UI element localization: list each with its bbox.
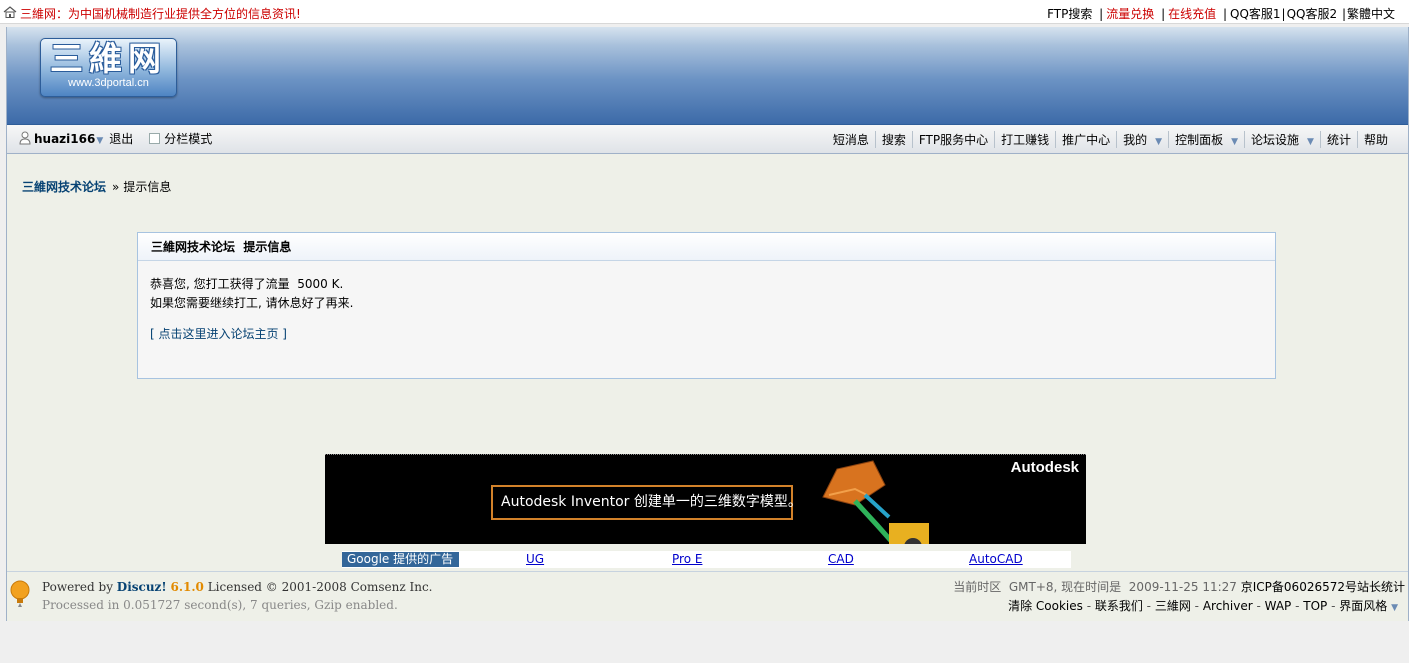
ad-link-cad[interactable]: CAD	[828, 552, 854, 566]
footer: Powered by Discuz! 6.1.0 Licensed © 2001…	[7, 571, 1408, 621]
logout-link[interactable]: 退出	[109, 132, 133, 146]
breadcrumb-forum-link[interactable]: 三維网技术论坛	[22, 180, 106, 194]
clear-cookies-link[interactable]: 清除 Cookies	[1008, 599, 1083, 613]
ad-link-autocad[interactable]: AutoCAD	[969, 552, 1023, 566]
autodesk-ad-banner[interactable]: Autodesk Autodesk Inventor 创建单一的三维数字模型。	[325, 454, 1086, 544]
nav-work-earn[interactable]: 打工赚钱	[994, 131, 1055, 148]
page-frame: 三維网 www.3dportal.cn huazi166▼ 退出 分栏模式 短消息搜…	[6, 27, 1409, 621]
online-recharge-link[interactable]: 在线充值	[1168, 7, 1216, 21]
message-line-2: 如果您需要继续打工, 请休息好了再来.	[150, 296, 354, 310]
footer-links: 清除 Cookies - 联系我们 - 三維网 - Archiver - WAP…	[1008, 599, 1398, 613]
logo-title: 三維网	[50, 39, 167, 78]
chevron-down-icon: ▼	[1231, 137, 1239, 147]
split-mode-label[interactable]: 分栏模式	[164, 132, 212, 146]
top-link[interactable]: TOP	[1303, 599, 1327, 613]
powered-by: Powered by Discuz! 6.1.0 Licensed © 2001…	[42, 580, 433, 594]
site-logo[interactable]: 三維网 www.3dportal.cn	[40, 38, 177, 97]
contact-us-link[interactable]: 联系我们	[1095, 599, 1143, 613]
qq-service-1-link[interactable]: QQ客服1	[1230, 7, 1281, 21]
message-line-1: 恭喜您, 您打工获得了流量 5000 K.	[150, 277, 344, 291]
message-body: 恭喜您, 您打工获得了流量 5000 K. 如果您需要继续打工, 请休息好了再来…	[138, 261, 1275, 344]
split-mode-checkbox[interactable]	[149, 133, 161, 144]
archiver-link[interactable]: Archiver	[1203, 599, 1253, 613]
nav-forum-facilities[interactable]: 论坛设施 ▼	[1244, 131, 1320, 148]
icp-link[interactable]: 京ICP备06026572号站长统计	[1241, 580, 1405, 594]
ad-text: Autodesk Inventor 创建单一的三维数字模型。	[491, 485, 802, 520]
nav-my[interactable]: 我的 ▼	[1116, 131, 1168, 148]
time-info: 当前时区 GMT+8, 现在时间是 2009-11-25 11:27 京ICP备…	[953, 580, 1405, 594]
nav-promotion[interactable]: 推广中心	[1055, 131, 1116, 148]
wap-link[interactable]: WAP	[1265, 599, 1292, 613]
menu-bar: huazi166▼ 退出 分栏模式 短消息 搜索 FTP服务中心 打工赚钱 推广中心 我的 ▼ 控…	[7, 125, 1408, 154]
traffic-exchange-link[interactable]: 流量兑换	[1106, 7, 1154, 21]
username-link[interactable]: huazi166	[34, 132, 95, 146]
header-banner: 三維网 www.3dportal.cn	[7, 27, 1408, 125]
chevron-down-icon: ▼	[1307, 137, 1314, 147]
traditional-chinese-link[interactable]: 繁體中文	[1347, 7, 1395, 21]
top-bar: 三維网：为中国机械制造行业提供全方位的信息资讯! FTP搜索 | 流量兑换 | 在线…	[0, 0, 1409, 24]
loader-machine-image	[822, 460, 929, 544]
nav-messages[interactable]: 短消息	[827, 131, 875, 148]
ad-brand: Autodesk	[1010, 459, 1079, 476]
logo-url: www.3dportal.cn	[68, 77, 149, 89]
ad-link-ug[interactable]: UG	[526, 552, 544, 566]
chevron-down-icon: ▼	[1155, 137, 1163, 147]
user-icon	[19, 131, 31, 145]
chevron-down-icon[interactable]: ▼	[96, 136, 103, 146]
home-icon[interactable]	[3, 6, 17, 18]
nav-stats[interactable]: 统计	[1319, 131, 1357, 148]
site-slogan[interactable]: 三維网：为中国机械制造行业提供全方位的信息资讯!	[20, 5, 301, 22]
chevron-down-icon[interactable]: ▼	[1391, 603, 1398, 613]
message-box-title: 三維网技术论坛 提示信息	[138, 233, 1275, 261]
message-box: 三維网技术论坛 提示信息 恭喜您, 您打工获得了流量 5000 K. 如果您需要…	[137, 232, 1276, 379]
nav-help[interactable]: 帮助	[1356, 131, 1394, 148]
forum-home-link[interactable]: [ 点击这里进入论坛主页 ]	[150, 325, 287, 344]
lightbulb-icon	[10, 580, 30, 607]
discuz-version: 6.1.0	[170, 580, 204, 594]
site-home-link[interactable]: 三維网	[1155, 599, 1191, 613]
qq-service-2-link[interactable]: QQ客服2	[1287, 7, 1338, 21]
google-ads-bar: Google 提供的广告 UG Pro E CAD AutoCAD	[342, 551, 1071, 568]
user-box: huazi166▼ 退出 分栏模式	[19, 130, 212, 148]
license-text: Licensed © 2001-2008 Comsenz Inc.	[203, 580, 433, 594]
ftp-search-link[interactable]: FTP搜索	[1047, 7, 1092, 21]
nav-search[interactable]: 搜索	[874, 131, 912, 148]
top-links: FTP搜索 | 流量兑换 | 在线充值 | QQ客服1|QQ客服2 |繁體中文	[1047, 7, 1395, 21]
breadcrumb-separator: »	[112, 180, 120, 194]
nav-control-panel[interactable]: 控制面板 ▼	[1168, 131, 1244, 148]
discuz-link[interactable]: Discuz!	[117, 580, 167, 594]
google-ads-label[interactable]: Google 提供的广告	[342, 552, 459, 567]
processed-info: Processed in 0.051727 second(s), 7 queri…	[42, 598, 398, 612]
page-bottom	[0, 621, 1409, 663]
breadcrumb: 三維网技术论坛 » 提示信息	[22, 178, 171, 195]
nav-ftp-center[interactable]: FTP服务中心	[911, 131, 994, 148]
breadcrumb-current: 提示信息	[123, 180, 172, 194]
style-switch-link[interactable]: 界面风格	[1339, 599, 1387, 613]
main-nav: 短消息 搜索 FTP服务中心 打工赚钱 推广中心 我的 ▼ 控制面板 ▼ 论坛设施 ▼ 统计 帮助	[827, 131, 1394, 148]
ad-link-pro-e[interactable]: Pro E	[672, 552, 702, 566]
